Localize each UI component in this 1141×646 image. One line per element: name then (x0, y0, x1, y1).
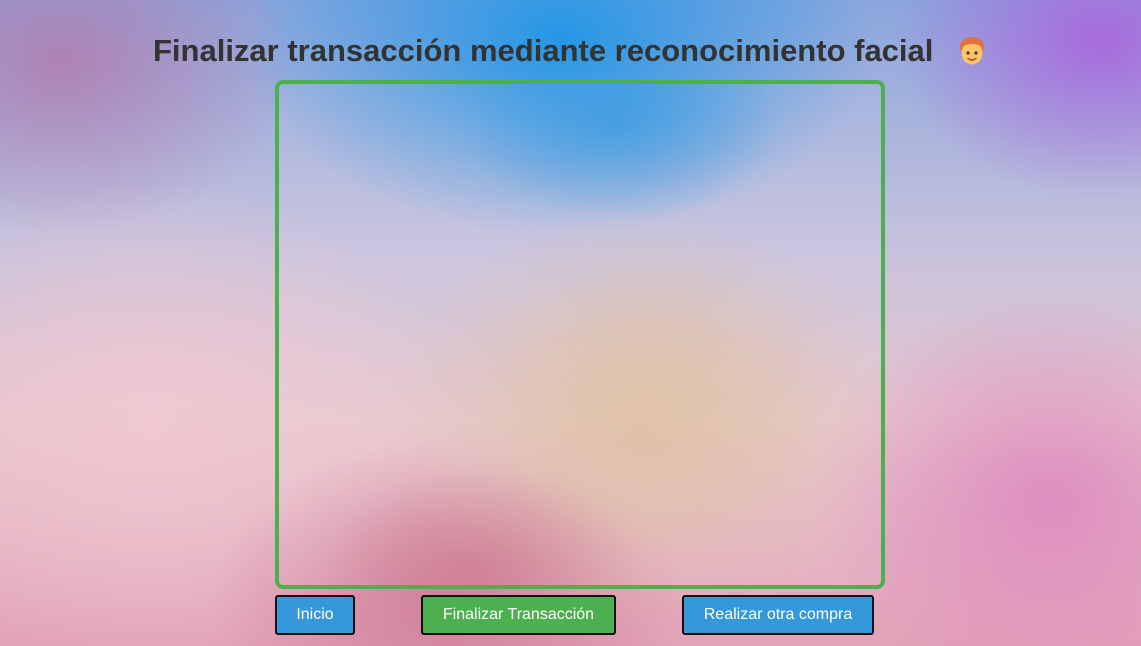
person-face-icon (956, 35, 988, 67)
another-purchase-button[interactable]: Realizar otra compra (682, 595, 874, 635)
camera-video-frame (275, 80, 885, 589)
page-title-text: Finalizar transacción mediante reconocim… (152, 32, 934, 68)
home-button[interactable]: Inicio (275, 595, 355, 635)
finalize-transaction-button[interactable]: Finalizar Transacción (421, 595, 616, 635)
page-title: Finalizar transacción mediante reconocim… (0, 31, 1141, 69)
